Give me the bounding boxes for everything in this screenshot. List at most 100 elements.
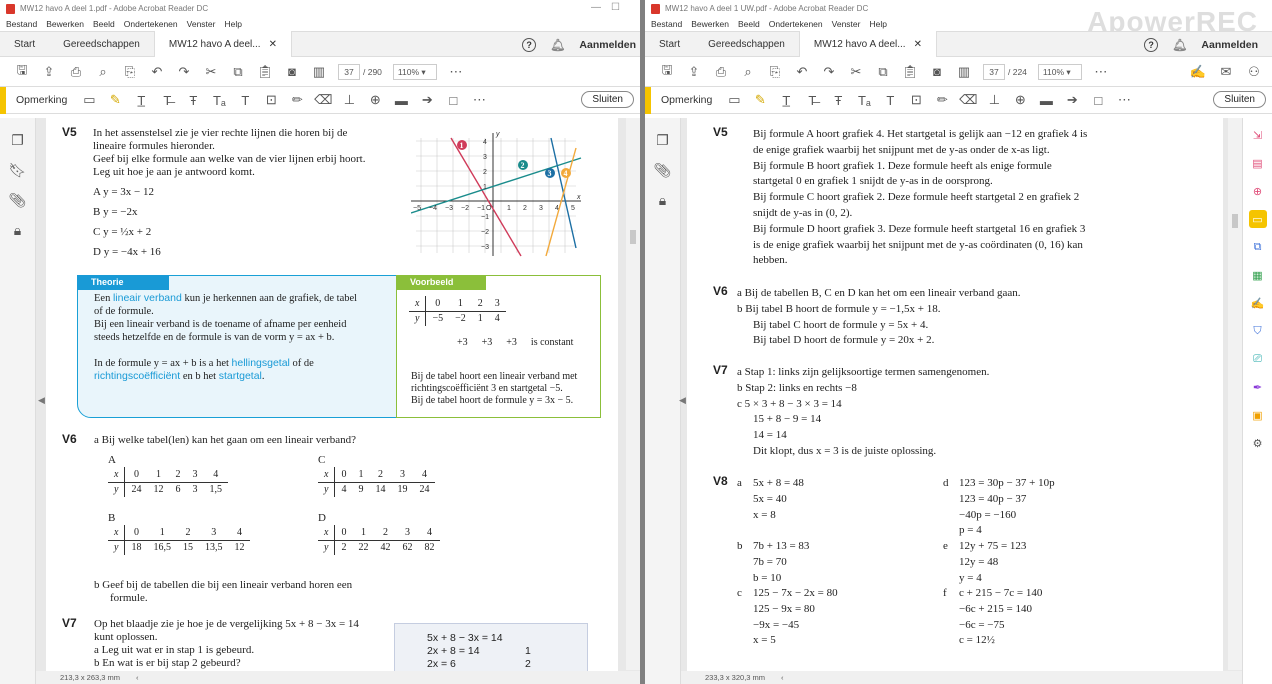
notification-bell-icon[interactable]: 🔔︎ [550,38,565,52]
menu-venster[interactable]: Venster [832,19,861,29]
h-scroll-left-icon[interactable]: ‹ [136,673,139,682]
menu-beeld[interactable]: Beeld [93,19,115,29]
zoom-select[interactable]: 110% ▾ [392,63,437,80]
scroll-thumb[interactable] [1232,214,1238,228]
insert-text-icon[interactable]: Tₐ [856,92,872,108]
page-number-input[interactable]: 37 [338,63,360,80]
help-icon[interactable]: ? [1144,38,1159,52]
page-view-icon[interactable]: ▥ [956,64,972,80]
attach-icon[interactable]: ⊕ [1012,92,1028,108]
comment-tool-icon[interactable]: ▭ [1248,210,1267,228]
insert-text-icon[interactable]: Tₐ [211,92,227,108]
paste-icon[interactable]: 📋︎ [257,64,274,80]
eraser-icon[interactable]: ⌫ [959,92,977,108]
undo-icon[interactable]: ↶ [149,64,165,80]
more-comment-tools-icon[interactable]: ⋯ [1116,92,1132,108]
prev-page-arrow-icon[interactable]: ◀ [38,395,45,406]
bookmarks-icon[interactable]: 🔖︎ [9,162,27,179]
pages-panel-icon[interactable]: ❐ [11,132,24,149]
sign-in-button[interactable]: Aanmelden [1201,39,1258,51]
attachments-icon[interactable]: 📎︎ [654,162,672,179]
page-view-icon[interactable]: ▥ [311,64,327,80]
close-tab-icon[interactable]: ✕ [269,39,277,50]
window-controls[interactable]: —☐ [591,2,630,13]
highlight-icon[interactable]: ✎ [107,92,123,108]
undo-icon[interactable]: ↶ [794,64,810,80]
user-add-icon[interactable]: ⚇ [1246,64,1262,80]
scan-icon[interactable]: ⎚ [1249,350,1267,368]
edit-pdf-icon[interactable]: ▤ [1249,154,1267,172]
close-comment-button[interactable]: Sluiten [1213,91,1266,108]
fill-sign-icon[interactable]: ✍ [1190,64,1206,80]
sticky-note-icon[interactable]: ▭ [726,92,742,108]
tab-tools[interactable]: Gereedschappen [49,31,154,57]
certificate-icon[interactable]: ▣ [1249,406,1267,424]
create-pdf-icon[interactable]: ⊕ [1249,182,1267,200]
more-tools-icon[interactable]: ⋯ [448,64,464,80]
zoom-select[interactable]: 110% ▾ [1037,63,1082,80]
highlight-icon[interactable]: ✎ [752,92,768,108]
send-for-signature-icon[interactable]: ✒ [1249,378,1267,396]
add-text-icon[interactable]: T [237,92,253,108]
attach-icon[interactable]: ⊕ [367,92,383,108]
line-icon[interactable]: ▬ [1038,92,1054,108]
export-pdf-icon[interactable]: ⇲ [1249,126,1267,144]
redo-icon[interactable]: ↷ [821,64,837,80]
tab-document[interactable]: MW12 havo A deel... ✕ [798,31,937,57]
close-comment-button[interactable]: Sluiten [581,91,634,108]
attachments-icon[interactable]: 📎︎ [9,192,27,209]
stamp-icon[interactable]: ⊥ [341,92,357,108]
cut-icon[interactable]: ✂ [203,64,219,80]
pages-panel-icon[interactable]: ❐ [656,132,669,149]
underline-text-icon[interactable]: T̲ [778,92,794,108]
arrow-icon[interactable]: ➔ [419,92,435,108]
underline-text-icon[interactable]: T̲ [133,92,149,108]
h-scroll-left-icon[interactable]: ‹ [781,673,784,682]
cut-icon[interactable]: ✂ [848,64,864,80]
menu-bewerken[interactable]: Bewerken [691,19,729,29]
line-icon[interactable]: ▬ [393,92,409,108]
sign-in-button[interactable]: Aanmelden [579,39,636,51]
vertical-scrollbar[interactable] [1228,118,1242,670]
stamp-icon[interactable]: ⊥ [986,92,1002,108]
organize-pages-icon[interactable]: ▦ [1249,266,1267,284]
copy-icon[interactable]: ⧉ [875,64,891,80]
search-icon[interactable]: ⌕ [95,64,111,80]
page-number-input[interactable]: 37 [983,63,1005,80]
more-comment-tools-icon[interactable]: ⋯ [471,92,487,108]
menu-venster[interactable]: Venster [187,19,216,29]
tab-start[interactable]: Start [0,31,49,57]
share-icon[interactable]: ⎘ [767,64,783,80]
fill-sign-icon[interactable]: ✍ [1249,294,1267,312]
combine-files-icon[interactable]: ⧉ [1249,238,1267,256]
menu-ondertekenen[interactable]: Ondertekenen [769,19,823,29]
snapshot-icon[interactable]: ◙ [929,64,945,80]
menu-help[interactable]: Help [224,19,241,29]
email-icon[interactable]: ✉ [1218,64,1234,80]
more-tools-icon[interactable]: ⋯ [1093,64,1109,80]
save-icon[interactable]: 🖫 [659,62,675,80]
vertical-scrollbar[interactable] [626,118,640,670]
lock-security-icon[interactable]: 🔒︎ [659,192,666,209]
redo-icon[interactable]: ↷ [176,64,192,80]
menu-ondertekenen[interactable]: Ondertekenen [124,19,178,29]
scroll-thumb[interactable] [630,230,636,244]
menu-bewerken[interactable]: Bewerken [46,19,84,29]
prev-page-arrow-icon[interactable]: ◀ [679,395,686,406]
strikethrough-icon[interactable]: T̶ [159,92,175,108]
tab-tools[interactable]: Gereedschappen [694,31,799,57]
text-box-icon[interactable]: ⊡ [908,92,924,108]
tab-document[interactable]: MW12 havo A deel... ✕ [153,31,292,57]
pencil-icon[interactable]: ✏ [934,92,950,108]
eraser-icon[interactable]: ⌫ [314,92,332,108]
search-icon[interactable]: ⌕ [740,64,756,80]
text-box-icon[interactable]: ⊡ [263,92,279,108]
rectangle-icon[interactable]: □ [1090,92,1106,108]
rectangle-icon[interactable]: □ [445,92,461,108]
close-tab-icon[interactable]: ✕ [914,39,922,50]
sticky-note-icon[interactable]: ▭ [81,92,97,108]
more-tools-wrench-icon[interactable]: ⚙ [1249,434,1267,452]
lock-security-icon[interactable]: 🔒︎ [14,222,21,239]
strikethrough-icon[interactable]: T̶ [804,92,820,108]
share-icon[interactable]: ⎘ [122,64,138,80]
